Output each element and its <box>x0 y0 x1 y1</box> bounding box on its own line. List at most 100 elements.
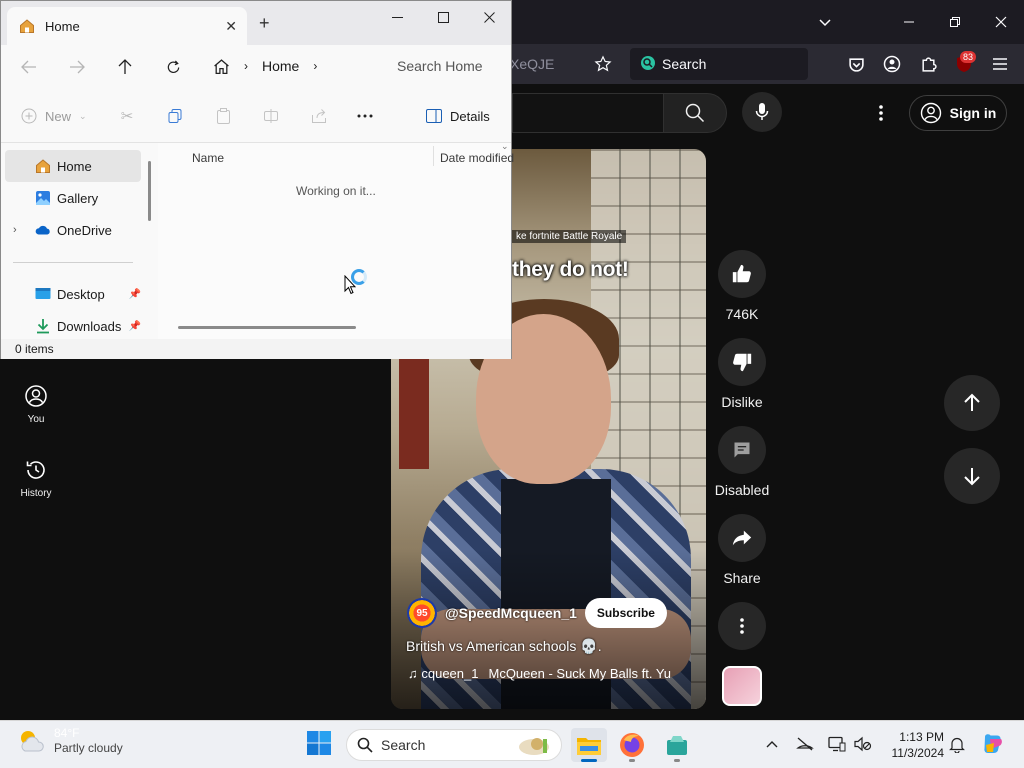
hamburger-menu-icon[interactable] <box>986 50 1014 78</box>
like-action: 746K <box>712 250 772 322</box>
browser-search-placeholder: Search <box>662 56 707 72</box>
column-header-date-modified[interactable]: Date modified <box>440 151 514 165</box>
chevron-up-icon: ⌄ <box>501 141 509 151</box>
sound-thumbnail[interactable] <box>722 666 762 706</box>
pin-icon: 📌 <box>128 320 141 332</box>
account-circle-icon <box>920 102 941 124</box>
chevron-down-icon: ⌄ <box>79 110 87 121</box>
taskbar-search[interactable]: Search <box>346 729 562 761</box>
new-tab-button[interactable]: + <box>259 13 270 34</box>
browser-search-field[interactable]: Search <box>630 48 808 80</box>
channel-name[interactable]: @SpeedMcqueen_1 <box>445 605 577 621</box>
sidebar-item-you[interactable]: You <box>8 384 64 425</box>
address-bar-url[interactable]: XeQJE <box>510 50 554 78</box>
previous-short-button[interactable] <box>944 375 1000 431</box>
clock-time: 1:13 PM <box>899 730 944 744</box>
nav-pane-scrollbar[interactable] <box>148 161 151 221</box>
voice-search-button[interactable] <box>742 92 782 132</box>
taskbar-app-3[interactable] <box>659 728 695 762</box>
extensions-puzzle-icon[interactable] <box>914 50 942 78</box>
start-button[interactable] <box>306 730 336 760</box>
explorer-minimize-button[interactable] <box>374 5 420 29</box>
onedrive-cloud-icon <box>35 222 51 238</box>
explorer-maximize-button[interactable] <box>420 5 466 29</box>
explorer-close-button[interactable] <box>466 5 512 29</box>
more-vertical-icon[interactable] <box>866 96 896 130</box>
video-caption-big: they do not! <box>512 258 629 281</box>
youtube-search-button[interactable] <box>663 93 727 133</box>
nav-item-desktop[interactable]: Desktop 📌 <box>5 278 141 310</box>
rename-icon[interactable] <box>259 105 283 127</box>
nav-item-home[interactable]: Home <box>5 150 141 182</box>
download-arrow-icon <box>35 318 51 334</box>
subscribe-button[interactable]: Subscribe <box>584 598 667 628</box>
more-horizontal-icon[interactable] <box>353 105 377 127</box>
refresh-icon[interactable] <box>159 55 187 79</box>
browser-restore-button[interactable] <box>932 0 978 44</box>
gallery-icon <box>35 190 51 206</box>
more-options-button[interactable] <box>718 602 766 650</box>
network-offline-icon[interactable] <box>793 732 817 756</box>
dislike-label: Dislike <box>721 394 763 410</box>
search-icon <box>357 737 373 753</box>
volume-muted-icon[interactable] <box>851 732 875 756</box>
music-attribution[interactable]: ♫ cqueen_1 McQueen - Suck My Balls ft. Y… <box>408 666 700 681</box>
nav-item-gallery[interactable]: Gallery <box>5 182 141 214</box>
nav-divider <box>13 262 133 263</box>
running-app-indicator <box>629 759 635 762</box>
back-arrow-icon[interactable] <box>15 55 43 79</box>
breadcrumb[interactable]: › Home › <box>203 51 371 81</box>
taskbar-file-explorer[interactable] <box>571 728 607 762</box>
home-icon <box>20 19 34 33</box>
browser-minimize-button[interactable] <box>886 0 932 44</box>
show-hidden-icons-chevron-icon[interactable] <box>760 732 784 756</box>
taskbar-firefox[interactable] <box>614 728 650 762</box>
status-bar: 0 items <box>1 339 511 359</box>
nav-item-downloads[interactable]: Downloads 📌 <box>5 310 141 342</box>
app-icon <box>667 736 687 755</box>
cut-icon[interactable]: ✂ <box>115 105 139 127</box>
forward-arrow-icon[interactable] <box>63 55 91 79</box>
details-pane-button[interactable]: Details <box>426 105 490 127</box>
youtube-search-input[interactable] <box>512 93 663 133</box>
comments-button[interactable] <box>718 426 766 474</box>
sign-in-button[interactable]: Sign in <box>909 95 1007 131</box>
browser-close-button[interactable] <box>978 0 1024 44</box>
explorer-search-input[interactable]: Search Home <box>379 51 511 81</box>
system-clock[interactable]: 1:13 PM 11/3/2024 <box>880 729 945 761</box>
next-short-button[interactable] <box>944 448 1000 504</box>
thumbs-up-icon <box>732 264 751 283</box>
share-icon[interactable] <box>307 105 331 127</box>
copy-icon[interactable] <box>163 105 187 127</box>
dislike-button[interactable] <box>718 338 766 386</box>
sidebar-item-history[interactable]: History <box>8 458 64 499</box>
expand-chevron-icon[interactable]: › <box>13 224 35 236</box>
like-count: 746K <box>725 306 759 322</box>
tab-list-chevron-icon[interactable] <box>802 0 848 44</box>
bookmark-star-icon[interactable] <box>589 50 617 78</box>
like-button[interactable] <box>718 250 766 298</box>
more-action <box>712 602 772 650</box>
search-engine-icon <box>640 55 656 74</box>
video-caption-small: ke fortnite Battle Royale <box>512 230 627 243</box>
video-title[interactable]: British vs American schools 💀. <box>406 638 602 655</box>
paste-icon[interactable] <box>211 105 235 127</box>
file-list-horizontal-scrollbar[interactable] <box>178 326 356 329</box>
copilot-icon[interactable] <box>980 732 1006 756</box>
new-button[interactable]: New ⌄ <box>21 105 87 127</box>
extension-badge: 83 <box>960 51 977 63</box>
up-arrow-icon[interactable] <box>111 55 139 79</box>
share-label: Share <box>723 570 761 586</box>
pocket-icon[interactable] <box>842 50 870 78</box>
display-icon[interactable] <box>825 732 849 756</box>
column-header-name[interactable]: Name <box>192 151 224 165</box>
nav-item-onedrive[interactable]: › OneDrive <box>5 214 141 246</box>
weather-widget[interactable]: 84°F Partly cloudy <box>16 726 123 756</box>
close-tab-icon[interactable]: ✕ <box>225 18 237 35</box>
breadcrumb-home[interactable]: Home <box>262 58 299 74</box>
channel-avatar[interactable]: 95 <box>407 598 437 628</box>
share-button[interactable] <box>718 514 766 562</box>
notification-bell-icon[interactable] <box>945 732 969 756</box>
explorer-tab-home[interactable]: Home ✕ <box>7 7 247 45</box>
account-icon[interactable] <box>878 50 906 78</box>
